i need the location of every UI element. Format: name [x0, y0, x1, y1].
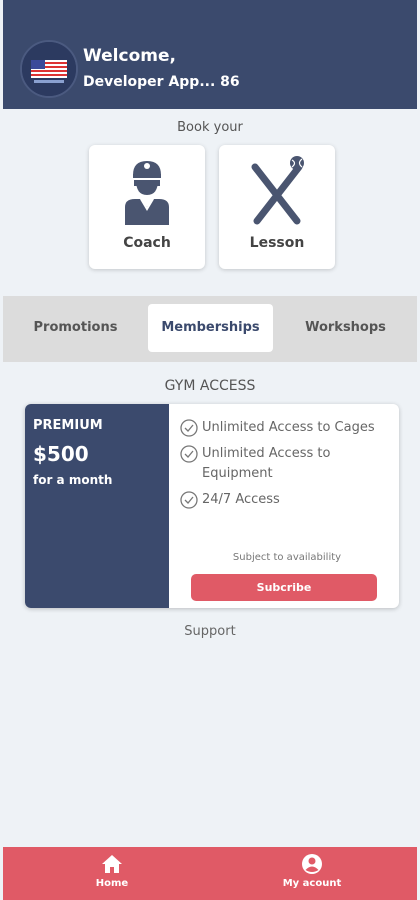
feature-item: Unlimited Access to Equipment [180, 444, 394, 484]
header: Welcome, Developer App... 86 [3, 0, 417, 109]
plan-summary: PREMIUM $500 for a month [25, 404, 169, 608]
support-link[interactable]: Support [3, 624, 417, 639]
plan-period: for a month [33, 473, 113, 487]
plan-features: Unlimited Access to Cages Unlimited Acce… [180, 418, 394, 516]
bottom-nav: Home My acount [3, 847, 417, 900]
availability-note: Subject to availability [232, 552, 342, 563]
tab-memberships[interactable]: Memberships [148, 304, 273, 352]
nav-account[interactable]: My acount [267, 853, 357, 889]
feature-item: Unlimited Access to Cages [180, 418, 394, 438]
section-title: GYM ACCESS [164, 378, 256, 394]
baseball-bats-icon [251, 156, 304, 225]
book-title: Book your [177, 120, 243, 135]
username: Developer App... 86 [83, 74, 240, 90]
book-coach-card[interactable]: Coach [89, 145, 205, 269]
plan-name: PREMIUM [33, 418, 103, 433]
check-circle-icon [180, 419, 198, 437]
feature-item: 24/7 Access [180, 490, 394, 510]
tabs-bar: Promotions Memberships Workshops [3, 296, 417, 362]
home-icon [102, 855, 122, 873]
tab-workshops[interactable]: Workshops [283, 304, 408, 352]
plan-price: $500 [33, 442, 89, 466]
tab-promotions[interactable]: Promotions [13, 304, 138, 352]
nav-home-label: Home [95, 878, 129, 889]
check-circle-icon [180, 491, 198, 509]
welcome-text: Welcome, [83, 46, 176, 66]
subscribe-button[interactable]: Subcribe [191, 574, 377, 601]
account-circle-icon [302, 854, 322, 874]
avatar-logo-icon [22, 42, 76, 96]
nav-home[interactable]: Home [67, 853, 157, 889]
book-lesson-card[interactable]: Lesson [219, 145, 335, 269]
avatar[interactable] [20, 40, 78, 98]
book-lesson-label: Lesson [249, 235, 305, 251]
feature-text: Unlimited Access to Equipment [202, 446, 331, 481]
coach-icon [125, 161, 169, 225]
check-circle-icon [180, 445, 198, 463]
membership-plan-card: PREMIUM $500 for a month Unlimited Acces… [25, 404, 399, 608]
feature-text: 24/7 Access [202, 492, 280, 507]
app-screen: Welcome, Developer App... 86 Book your C… [3, 0, 417, 900]
nav-account-label: My acount [282, 878, 342, 889]
book-coach-label: Coach [123, 235, 171, 251]
feature-text: Unlimited Access to Cages [202, 420, 375, 435]
